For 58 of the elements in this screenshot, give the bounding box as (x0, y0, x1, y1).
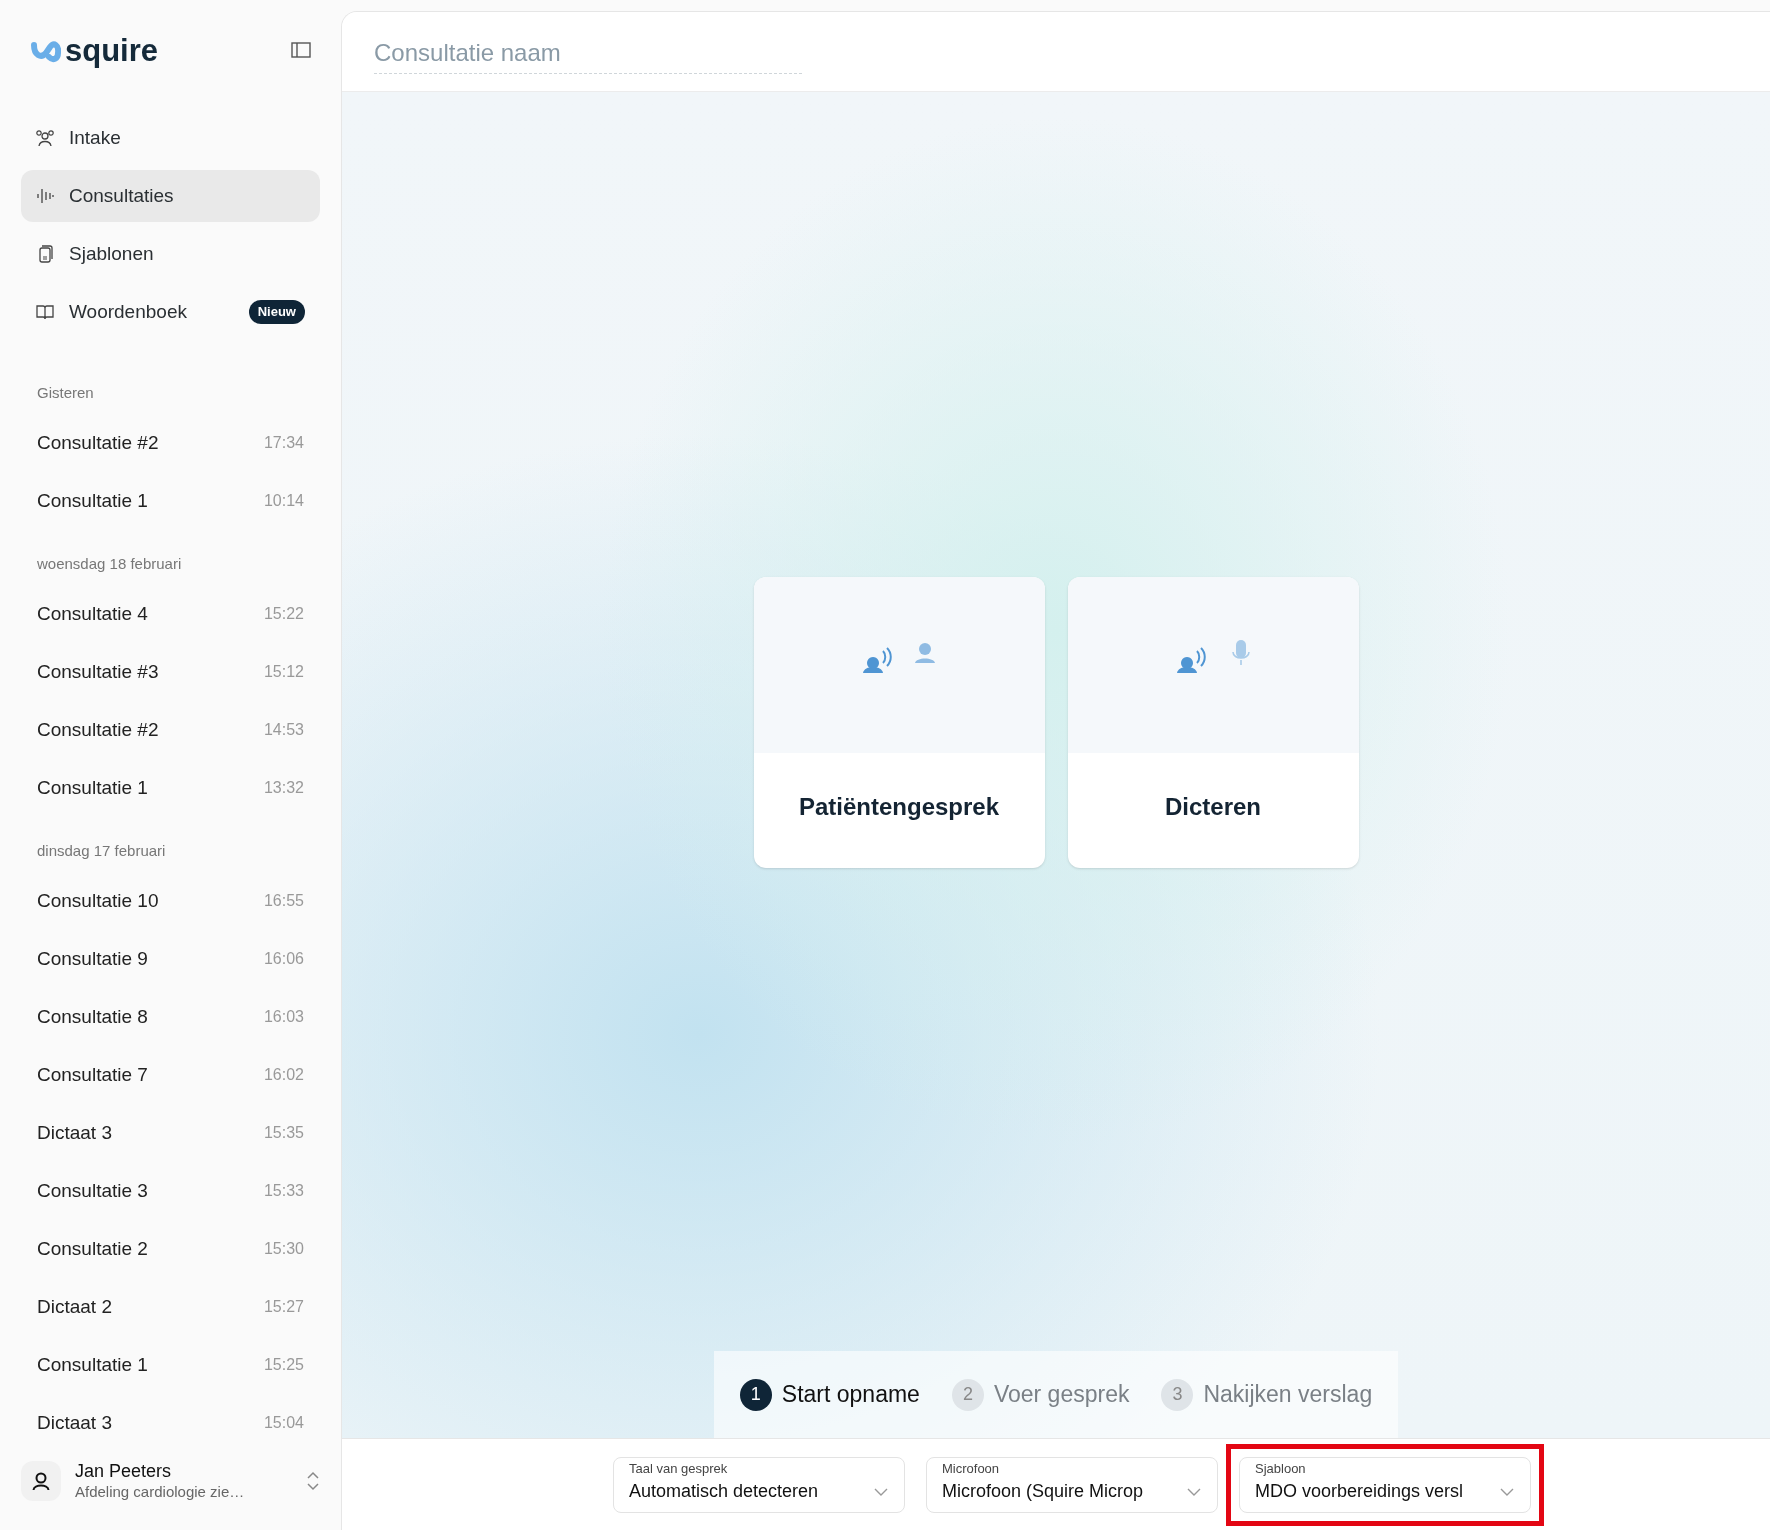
dropdown-value: Microfoon (Squire Microp (942, 1480, 1144, 1503)
step-number: 1 (739, 1378, 772, 1411)
people-icon (35, 129, 55, 147)
nav-label: Consultaties (69, 183, 175, 208)
step-label: Voer gesprek (993, 1380, 1130, 1410)
group-heading: Gisteren (37, 382, 94, 403)
logo-wordmark: squire (65, 34, 159, 66)
group-heading: woensdag 18 februari (37, 553, 182, 574)
chevron-up-down-icon[interactable] (306, 1470, 320, 1492)
consultation-item[interactable]: Dictaat 3 15:35 (21, 1104, 320, 1162)
consultation-item[interactable]: Consultatie 4 15:22 (21, 585, 320, 643)
select-dropdown[interactable]: Sjabloon MDO voorbereidings versl (1239, 1456, 1531, 1513)
nav-label: Woordenboek (69, 299, 188, 324)
dropdown-label: Taal van gesprek (628, 1461, 729, 1475)
group-heading: dinsdag 17 februari (37, 840, 166, 861)
consultation-item[interactable]: Consultatie 8 16:03 (21, 988, 320, 1046)
step-label: Nakijken verslag (1203, 1380, 1373, 1410)
consultation-item[interactable]: Consultatie 7 16:02 (21, 1046, 320, 1104)
sidebar-toggle-icon[interactable] (291, 41, 311, 59)
consultation-item[interactable]: Consultatie 10 16:55 (21, 872, 320, 930)
chevron-down-icon (1186, 1486, 1202, 1497)
consultation-item[interactable]: Consultatie #2 17:34 (21, 414, 320, 472)
consultation-item[interactable]: Consultatie 1 10:14 (21, 472, 320, 530)
consultation-item[interactable]: Dictaat 2 15:27 (21, 1278, 320, 1336)
dropdown-value: MDO voorbereidings versl (1255, 1480, 1464, 1503)
user-department: Afdeling cardiologie zie… (75, 1482, 246, 1502)
mode-card[interactable]: Dicteren (1067, 577, 1359, 868)
chevron-down-icon (873, 1486, 889, 1497)
step-number: 3 (1161, 1378, 1194, 1411)
consultation-item[interactable]: Consultatie 1 15:25 (21, 1336, 320, 1394)
user-name: Jan Peeters (75, 1460, 173, 1483)
consultation-item[interactable]: Consultatie #2 14:53 (21, 701, 320, 759)
new-badge: Nieuw (248, 300, 305, 324)
consultation-item[interactable]: Consultatie #3 15:12 (21, 643, 320, 701)
step-label: Start opname (781, 1380, 920, 1410)
mode-card[interactable]: Patiëntengesprek (753, 577, 1045, 868)
select-dropdown[interactable]: Taal van gesprek Automatisch detecteren (613, 1456, 905, 1513)
nav-item[interactable]: Sjablonen (21, 228, 320, 280)
consultation-item[interactable]: Dictaat 3 15:04 (21, 1394, 320, 1452)
chevron-down-icon (1499, 1486, 1515, 1497)
dropdown-label: Microfoon (941, 1461, 1001, 1475)
consultation-item[interactable]: Consultatie 2 15:30 (21, 1220, 320, 1278)
select-dropdown[interactable]: Microfoon Microfoon (Squire Microp (926, 1456, 1218, 1513)
nav-label: Intake (69, 125, 122, 150)
book-icon (35, 303, 55, 321)
consultation-item[interactable]: Consultatie 1 13:32 (21, 759, 320, 817)
nav-item[interactable]: Woordenboek Nieuw (21, 286, 320, 338)
step-number: 2 (951, 1378, 984, 1411)
waveform-icon (35, 187, 55, 205)
nav-label: Sjablonen (69, 241, 155, 266)
consultation-item[interactable]: Consultatie 9 16:06 (21, 930, 320, 988)
nav-item[interactable]: Consultaties (21, 170, 320, 222)
nav-item[interactable]: Intake (21, 112, 320, 164)
name-field[interactable]: Consultatie naam (374, 35, 802, 74)
dropdown-value: Automatisch detecteren (629, 1480, 819, 1503)
avatar (21, 1461, 61, 1501)
dropdown-label: Sjabloon (1254, 1461, 1307, 1475)
consultation-item[interactable]: Consultatie 3 15:33 (21, 1162, 320, 1220)
